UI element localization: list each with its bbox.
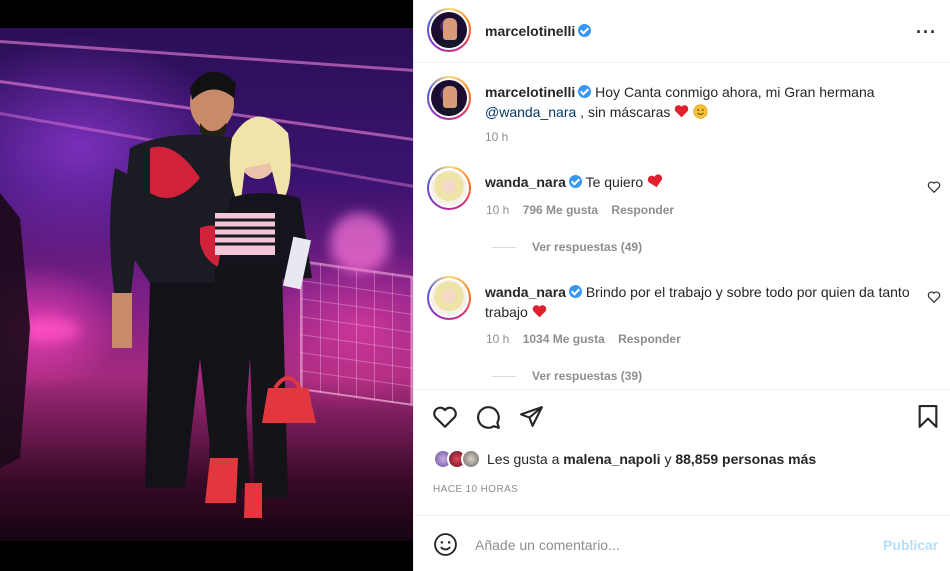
comment-item: wanda_nara Brindo por el trabajo y sobre… xyxy=(485,282,915,322)
view-replies-button[interactable]: Ver respuestas (49) xyxy=(492,240,642,254)
comment-meta: 10 h 796 Me gusta Responder xyxy=(486,203,674,217)
comment-username[interactable]: wanda_nara xyxy=(485,174,566,190)
comment-item: wanda_nara Te quiero xyxy=(485,172,905,192)
header-divider xyxy=(414,62,950,63)
caption-mention-link[interactable]: @wanda_nara xyxy=(485,104,576,120)
avatar-image xyxy=(431,80,467,116)
liker-username[interactable]: malena_napoli xyxy=(563,451,660,467)
emoji-picker-icon[interactable] xyxy=(433,532,458,557)
verified-badge-icon xyxy=(568,175,582,188)
reply-button[interactable]: Responder xyxy=(611,203,674,217)
likes-prefix: Les gusta a xyxy=(487,451,560,467)
avatar-image xyxy=(431,280,467,316)
like-comment-icon[interactable] xyxy=(927,180,941,194)
comment-likes[interactable]: 1034 Me gusta xyxy=(523,332,605,346)
comment-time: 10 h xyxy=(486,332,510,346)
avatar-image xyxy=(431,12,467,48)
caption-username[interactable]: marcelotinelli xyxy=(485,84,575,100)
instagram-post: marcelotinelli ··· marcelotinelli Hoy Ca… xyxy=(0,0,950,571)
caption-text: Hoy Canta conmigo ahora, mi Gran hermana xyxy=(595,84,875,100)
caption-text-end: , sin máscaras xyxy=(576,104,671,120)
more-options-icon[interactable]: ··· xyxy=(916,22,937,43)
comment-input[interactable]: Añade un comentario... xyxy=(475,537,620,553)
verified-badge-icon xyxy=(578,85,592,98)
red-heart-emoji-icon xyxy=(675,105,689,118)
replies-line xyxy=(492,376,516,378)
verified-badge-icon xyxy=(568,285,582,298)
save-bookmark-icon[interactable] xyxy=(917,404,939,429)
red-heart-emoji-icon xyxy=(532,305,546,318)
comment-avatar[interactable] xyxy=(427,276,471,320)
reply-button[interactable]: Responder xyxy=(618,332,681,346)
view-replies-button[interactable]: Ver respuestas (39) xyxy=(492,369,642,383)
post-timestamp: HACE 10 HORAS xyxy=(433,484,519,495)
comment-username[interactable]: wanda_nara xyxy=(485,284,566,300)
heart-emoji-icon xyxy=(647,174,663,188)
share-send-icon[interactable] xyxy=(519,404,544,429)
caption-avatar[interactable] xyxy=(427,76,471,120)
publish-button[interactable]: Publicar xyxy=(883,537,938,553)
replies-line xyxy=(492,247,516,249)
comment-bubble-icon[interactable] xyxy=(475,404,501,430)
comment-avatar[interactable] xyxy=(427,166,471,210)
caption: marcelotinelli Hoy Canta conmigo ahora, … xyxy=(485,82,925,122)
view-replies-label: Ver respuestas (49) xyxy=(532,240,643,254)
caption-time: 10 h xyxy=(485,130,509,144)
likes-count[interactable]: 88,859 personas más xyxy=(675,451,816,467)
comment-meta: 10 h 1034 Me gusta Responder xyxy=(486,332,681,346)
view-replies-label: Ver respuestas (39) xyxy=(532,369,643,383)
comment-time: 10 h xyxy=(486,203,510,217)
post-photo[interactable] xyxy=(0,0,413,571)
avatar-image xyxy=(431,170,467,206)
actions-divider xyxy=(414,389,950,390)
author-avatar[interactable] xyxy=(427,8,471,52)
liker-avatar xyxy=(461,449,481,469)
couple-figures xyxy=(0,71,316,518)
like-comment-icon[interactable] xyxy=(927,290,941,304)
author-username[interactable]: marcelotinelli xyxy=(485,23,575,39)
verified-badge-icon xyxy=(578,24,592,37)
likes-summary[interactable]: Les gusta a malena_napoli y 88,859 perso… xyxy=(433,449,816,469)
likes-text: Les gusta a malena_napoli y 88,859 perso… xyxy=(487,451,816,467)
smiling-face-emoji-icon xyxy=(693,104,708,119)
header-username[interactable]: marcelotinelli xyxy=(485,23,592,39)
comment-text: Te quiero xyxy=(585,174,644,190)
comment-likes[interactable]: 796 Me gusta xyxy=(523,203,598,217)
comment-box-divider xyxy=(414,515,950,516)
likes-conjunction: y xyxy=(664,451,672,467)
post-image xyxy=(0,28,413,541)
like-heart-icon[interactable] xyxy=(432,404,458,430)
